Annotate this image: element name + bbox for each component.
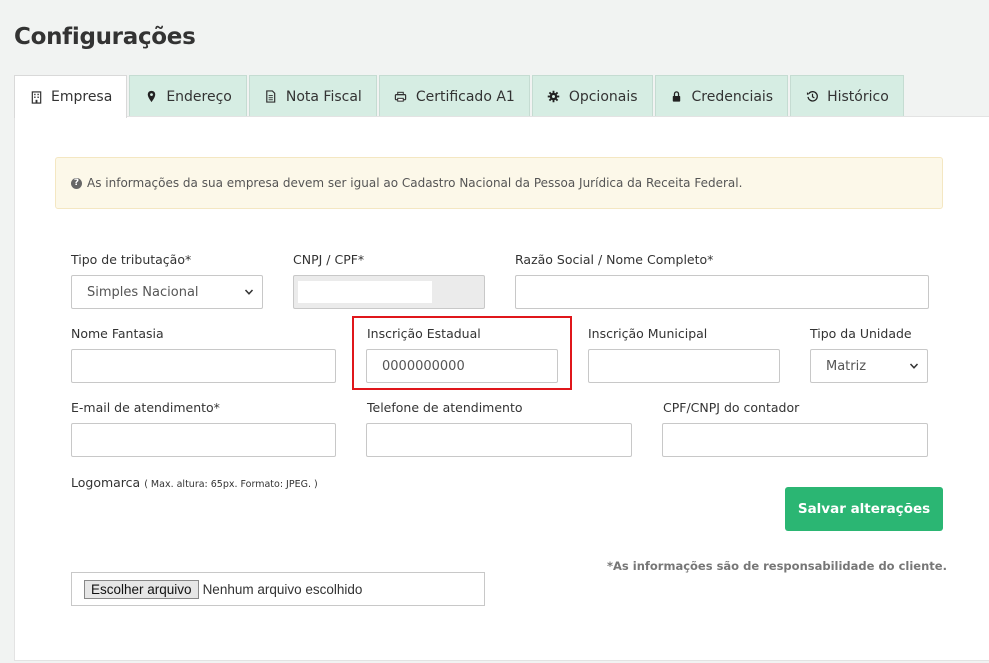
page-title: Configurações (14, 24, 196, 50)
razao-social-input[interactable] (515, 275, 929, 309)
cpf-cnpj-contador-input[interactable] (662, 423, 928, 457)
history-icon (805, 90, 819, 104)
tipo-unidade-label: Tipo da Unidade (810, 326, 912, 341)
document-icon (264, 90, 278, 104)
logomarca-hint: ( Max. altura: 65px. Formato: JPEG. ) (144, 479, 318, 490)
tab-label: Opcionais (568, 88, 638, 105)
tipo-tributacao-select[interactable]: Simples Nacional (71, 275, 263, 309)
telefone-atendimento-input[interactable] (366, 423, 632, 457)
logomarca-label-text: Logomarca (71, 475, 141, 490)
inscricao-municipal-input[interactable] (588, 349, 780, 383)
tab-opcionais[interactable]: Opcionais (531, 75, 653, 117)
question-circle-icon: ? (71, 177, 82, 189)
tab-endereco[interactable]: Endereço (129, 75, 247, 117)
cpf-cnpj-contador-label: CPF/CNPJ do contador (663, 400, 800, 415)
info-alert: ? As informações da sua empresa devem se… (55, 157, 943, 209)
cnpj-cpf-redacted (298, 281, 432, 303)
tipo-tributacao-value: Simples Nacional (87, 284, 199, 300)
choose-file-button[interactable]: Escolher arquivo (84, 579, 199, 599)
tab-empresa[interactable]: Empresa (14, 75, 128, 118)
email-atendimento-label: E-mail de atendimento* (71, 400, 220, 415)
highlight-box (352, 316, 572, 390)
building-icon (29, 90, 43, 104)
inscricao-municipal-label: Inscrição Municipal (588, 326, 708, 341)
tipo-unidade-select[interactable]: Matriz (810, 349, 928, 383)
tab-label: Histórico (827, 88, 889, 105)
responsibility-note: *As informações são de responsabilidade … (607, 559, 947, 573)
tab-historico[interactable]: Histórico (790, 75, 904, 117)
tab-panel-empresa: ? As informações da sua empresa devem se… (14, 116, 989, 661)
tipo-unidade-value: Matriz (826, 358, 867, 374)
email-atendimento-input[interactable] (71, 423, 336, 457)
logomarca-label: Logomarca ( Max. altura: 65px. Formato: … (71, 475, 318, 490)
nome-fantasia-label: Nome Fantasia (71, 326, 164, 341)
tab-nota-fiscal[interactable]: Nota Fiscal (248, 75, 377, 117)
razao-social-label: Razão Social / Nome Completo* (515, 252, 714, 267)
telefone-atendimento-label: Telefone de atendimento (367, 400, 523, 415)
tab-label: Certificado A1 (415, 88, 515, 105)
alert-text: As informações da sua empresa devem ser … (87, 176, 743, 190)
save-button[interactable]: Salvar alterações (785, 487, 943, 531)
nome-fantasia-input[interactable] (71, 349, 336, 383)
tipo-tributacao-label: Tipo de tributação* (71, 252, 192, 267)
cnpj-cpf-field (293, 275, 485, 309)
tab-label: Endereço (166, 88, 232, 105)
tab-certificado-a1[interactable]: Certificado A1 (378, 75, 530, 117)
tab-label: Nota Fiscal (285, 88, 362, 105)
lock-icon (670, 90, 684, 104)
tab-bar: Empresa Endereço Nota Fiscal Certificado… (14, 75, 906, 118)
map-marker-icon (144, 90, 158, 104)
tab-credenciais[interactable]: Credenciais (654, 75, 789, 117)
chevron-down-icon (244, 289, 254, 295)
tab-label: Empresa (51, 89, 113, 105)
chevron-down-icon (909, 363, 919, 369)
gear-icon (547, 90, 561, 104)
file-input[interactable]: Escolher arquivo Nenhum arquivo escolhid… (71, 572, 485, 606)
printer-icon (394, 90, 408, 104)
tab-label: Credenciais (691, 88, 774, 105)
cnpj-cpf-label: CNPJ / CPF* (293, 252, 365, 267)
file-status: Nenhum arquivo escolhido (202, 581, 363, 597)
